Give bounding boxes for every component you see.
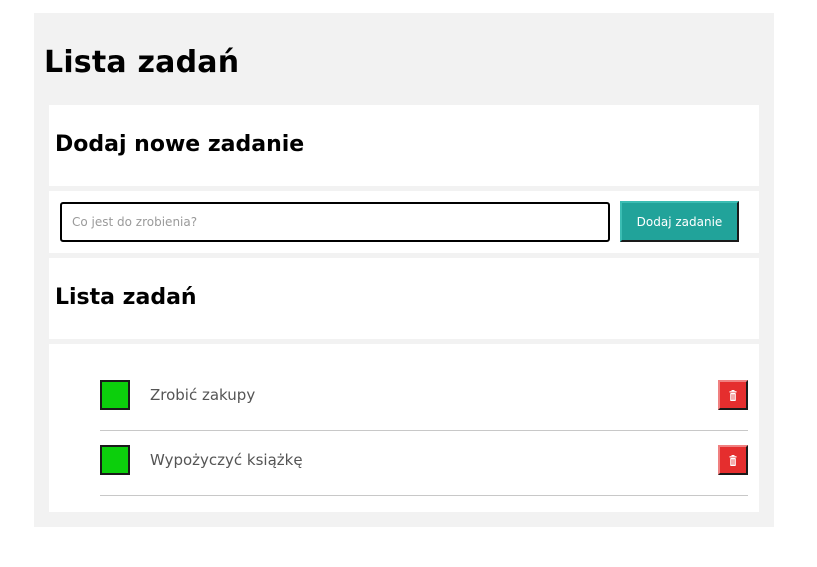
task-list-header-panel: Lista zadań [49,258,759,339]
task-label: Zrobić zakupy [150,386,256,404]
task-done-checkbox[interactable] [100,380,130,410]
page-title: Lista zadań [44,45,240,80]
add-task-button[interactable]: Dodaj zadanie [620,201,739,242]
new-task-input[interactable] [60,202,610,242]
task-done-checkbox[interactable] [100,445,130,475]
trash-icon [729,389,737,401]
add-task-heading: Dodaj nowe zadanie [55,132,305,157]
task-list-heading: Lista zadań [55,285,197,310]
delete-task-button[interactable] [718,380,748,410]
task-label: Wypożyczyć książkę [150,451,303,469]
task-list: Zrobić zakupy Wypożyczyć książkę [100,366,748,496]
task-list-panel: Zrobić zakupy Wypożyczyć książkę [49,344,759,512]
todo-app: Lista zadań Dodaj nowe zadanie Dodaj zad… [34,13,774,527]
delete-task-button[interactable] [718,445,748,475]
task-item: Wypożyczyć książkę [100,431,748,496]
add-task-form: Dodaj zadanie [49,191,759,253]
trash-icon [729,454,737,466]
add-task-header-panel: Dodaj nowe zadanie [49,105,759,186]
task-item: Zrobić zakupy [100,366,748,431]
